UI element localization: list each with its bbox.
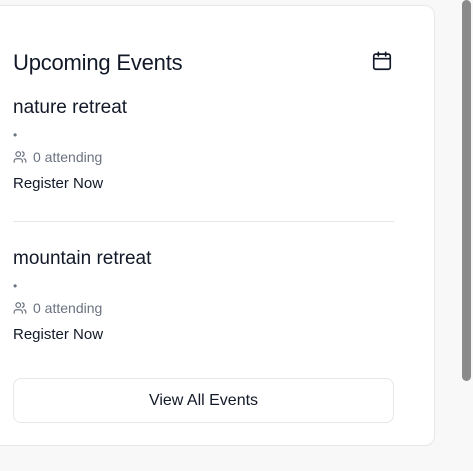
attending-count: 0 attending — [13, 148, 394, 166]
scrollbar-track[interactable] — [460, 0, 473, 471]
card-header: Upcoming Events — [13, 46, 393, 80]
upcoming-events-card: Upcoming Events nature retreat • 0 atten… — [0, 5, 435, 446]
event-title: nature retreat — [13, 97, 128, 118]
attending-count: 0 attending — [13, 299, 394, 317]
attending-text: 0 attending — [33, 300, 103, 316]
scrollbar-thumb[interactable] — [462, 0, 471, 381]
event-item: mountain retreat • 0 attending Register … — [13, 247, 394, 344]
register-now-link[interactable]: Register Now — [13, 175, 394, 193]
attending-text: 0 attending — [33, 149, 103, 165]
view-all-events-button[interactable]: View All Events — [13, 378, 394, 423]
card-title: Upcoming Events — [13, 50, 183, 75]
event-meta-dot: • — [13, 128, 18, 142]
event-title: mountain retreat — [13, 248, 152, 269]
page: Upcoming Events nature retreat • 0 atten… — [0, 0, 473, 471]
event-item: nature retreat • 0 attending Register No… — [13, 96, 394, 193]
calendar-icon[interactable] — [371, 50, 393, 72]
users-icon — [13, 151, 27, 163]
users-icon — [13, 302, 27, 314]
register-now-link[interactable]: Register Now — [13, 326, 394, 344]
event-divider — [13, 221, 394, 222]
event-meta-dot: • — [13, 279, 18, 293]
